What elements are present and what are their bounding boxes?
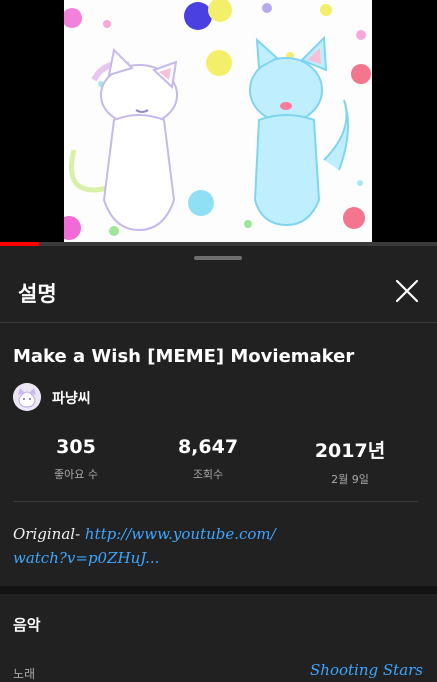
- music-heading: 음악: [13, 616, 41, 634]
- likes-stat: 305 좋아요 수: [16, 436, 136, 482]
- likes-label: 좋아요 수: [54, 468, 98, 481]
- upload-date: 2월 9일: [331, 473, 369, 486]
- sheet-title: 설명: [18, 282, 57, 306]
- likes-count: 305: [56, 436, 96, 458]
- video-thumbnail: [57, 0, 372, 242]
- channel-avatar[interactable]: [13, 383, 41, 411]
- views-stat: 8,647 조회수: [148, 436, 268, 482]
- section-separator: [0, 586, 437, 594]
- song-link[interactable]: Shooting Stars: [310, 661, 423, 679]
- date-stat: 2017년 2월 9일: [290, 436, 410, 487]
- description-sheet: 설명 Make a Wish [MEME] Moviemaker 파냥씨 305…: [0, 246, 437, 681]
- video-player[interactable]: [0, 0, 437, 246]
- views-count: 8,647: [177, 436, 239, 458]
- avatar-icon: [13, 383, 41, 411]
- close-button[interactable]: [392, 276, 422, 306]
- drag-handle[interactable]: [194, 256, 242, 260]
- song-label: 노래: [13, 667, 36, 681]
- video-title: Make a Wish [MEME] Moviemaker: [13, 346, 355, 367]
- description-text: Original- http://www.youtube.com/watch?v…: [13, 522, 393, 570]
- description-prefix: Original-: [13, 525, 85, 543]
- stats-divider: [13, 501, 418, 502]
- header-divider: [0, 322, 437, 323]
- cat-artwork-thumbnail: [57, 0, 371, 240]
- channel-name[interactable]: 파냥씨: [52, 388, 91, 408]
- views-label: 조회수: [192, 468, 224, 481]
- close-icon: [395, 279, 419, 303]
- upload-year: 2017년: [314, 440, 386, 462]
